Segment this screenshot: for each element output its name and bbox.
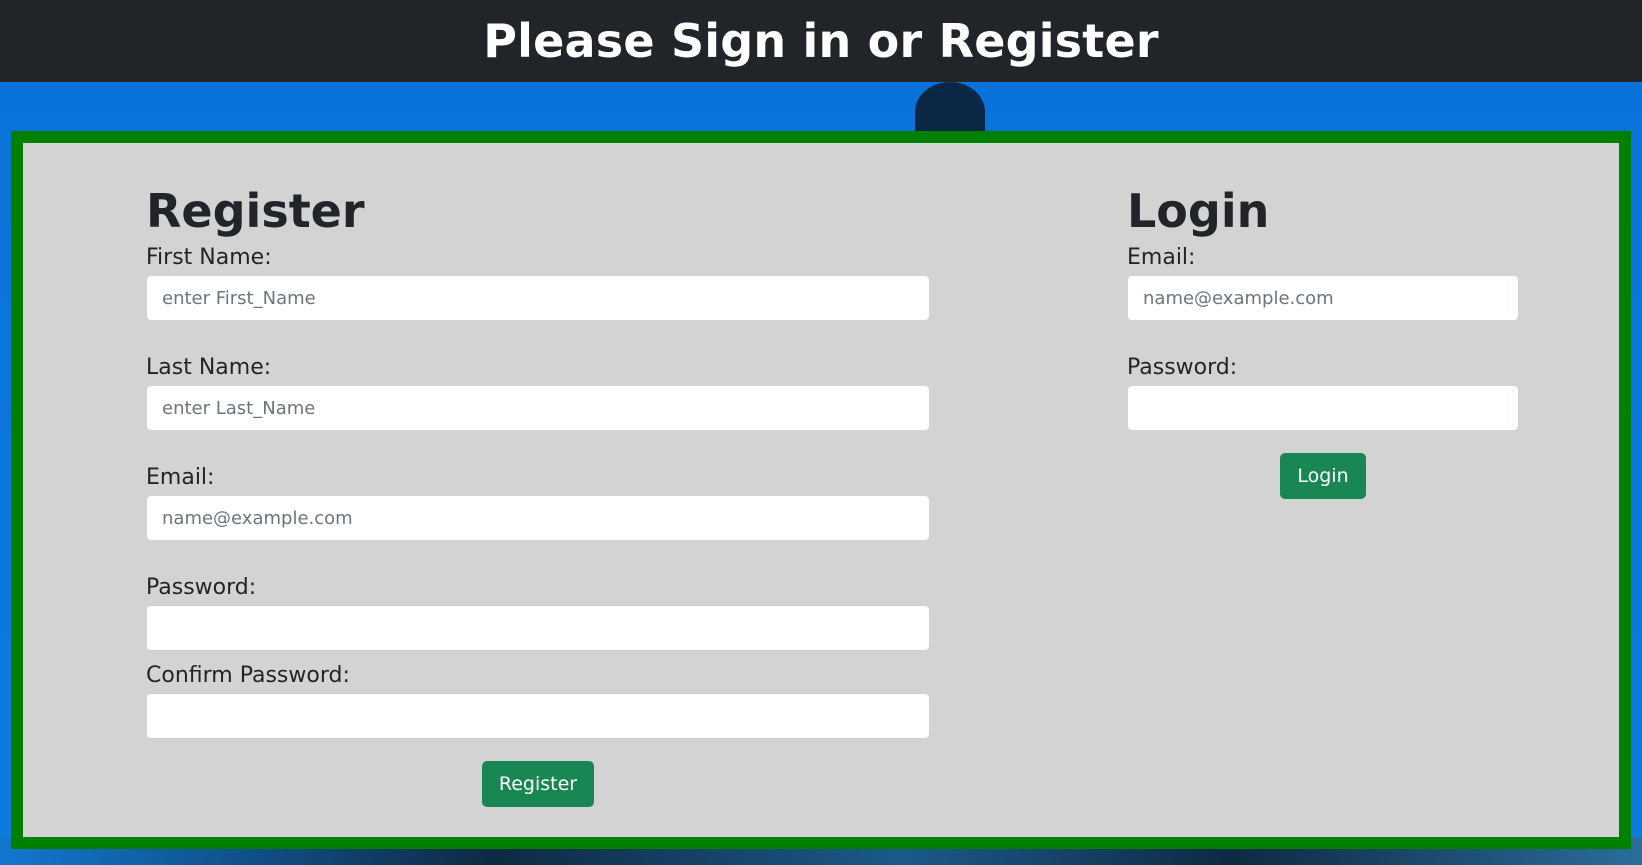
login-button-row: Login bbox=[1127, 453, 1519, 499]
page-title: Please Sign in or Register bbox=[483, 14, 1159, 68]
register-email-label: Email: bbox=[146, 465, 215, 490]
first-name-label: First Name: bbox=[146, 245, 272, 270]
register-form: Register First Name: Last Name: Email: P… bbox=[146, 183, 930, 807]
confirm-password-input[interactable] bbox=[146, 693, 930, 739]
login-password-input[interactable] bbox=[1127, 385, 1519, 431]
register-heading: Register bbox=[146, 184, 365, 238]
auth-panel: Register First Name: Last Name: Email: P… bbox=[11, 131, 1631, 849]
register-password-label: Password: bbox=[146, 575, 257, 600]
page-header: Please Sign in or Register bbox=[0, 0, 1642, 82]
register-button[interactable]: Register bbox=[481, 761, 595, 807]
register-email-input[interactable] bbox=[146, 495, 930, 541]
login-password-label: Password: bbox=[1127, 355, 1238, 380]
login-email-label: Email: bbox=[1127, 245, 1196, 270]
login-button[interactable]: Login bbox=[1280, 453, 1366, 499]
login-heading: Login bbox=[1127, 184, 1270, 238]
confirm-password-label: Confirm Password: bbox=[146, 663, 350, 688]
last-name-input[interactable] bbox=[146, 385, 930, 431]
register-button-row: Register bbox=[146, 761, 930, 807]
register-password-input[interactable] bbox=[146, 605, 930, 651]
first-name-input[interactable] bbox=[146, 275, 930, 321]
last-name-label: Last Name: bbox=[146, 355, 272, 380]
login-email-input[interactable] bbox=[1127, 275, 1519, 321]
login-form: Login Email: Password: Login bbox=[1127, 183, 1519, 499]
